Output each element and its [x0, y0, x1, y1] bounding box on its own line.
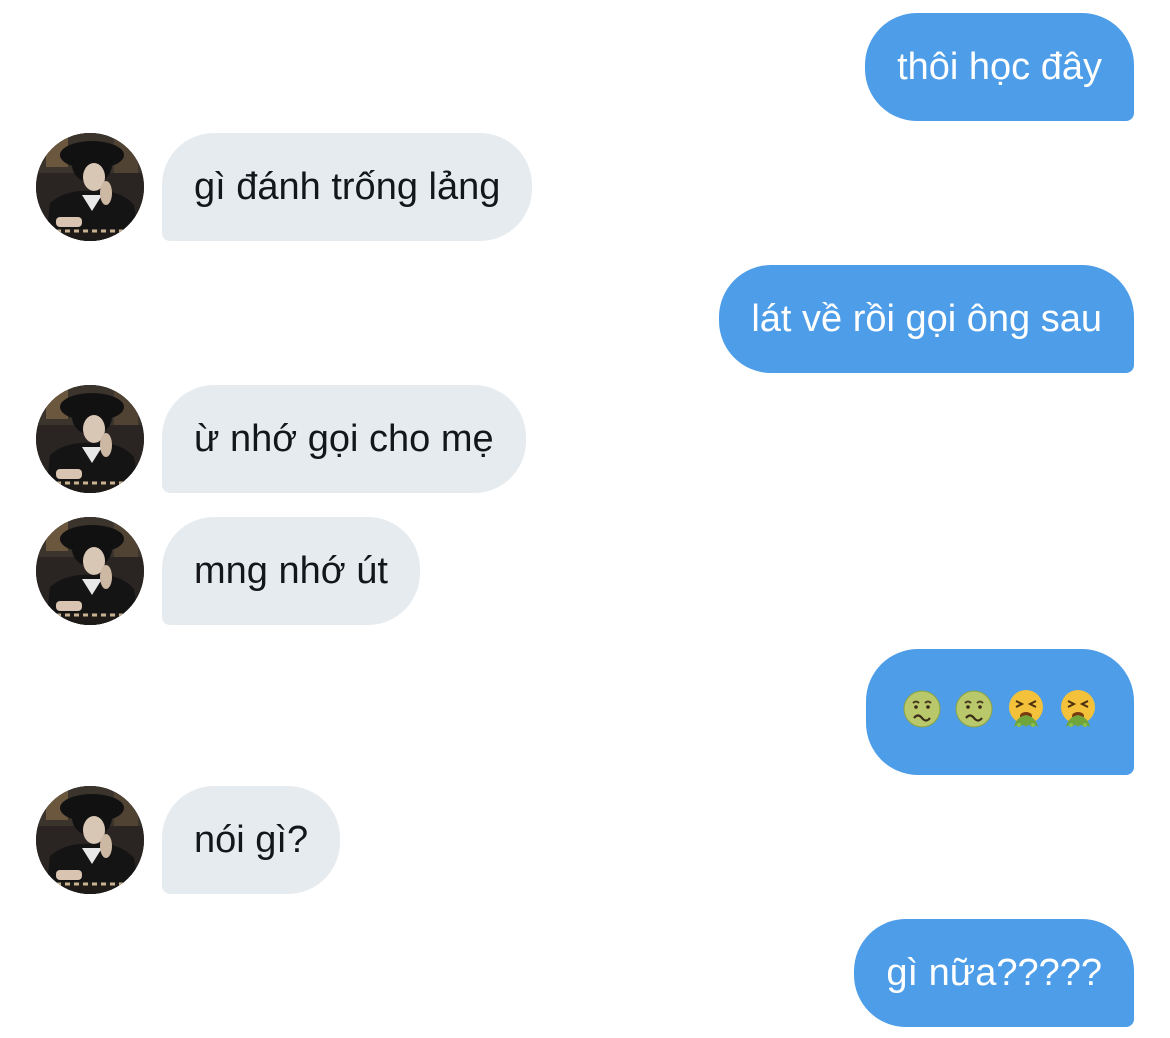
- contact-avatar[interactable]: [36, 133, 144, 241]
- message-text: lát về rồi gọi ông sau: [751, 298, 1102, 340]
- message-bubble-received[interactable]: gì đánh trống lảng: [162, 133, 533, 241]
- nauseated-face-icon: [902, 689, 942, 736]
- message-bubble-received[interactable]: ừ nhớ gọi cho mẹ: [162, 385, 526, 493]
- vomiting-face-icon: [1058, 689, 1098, 736]
- contact-avatar[interactable]: [36, 517, 144, 625]
- message-text: mng nhớ út: [194, 550, 388, 592]
- message-text: gì đánh trống lảng: [194, 166, 501, 208]
- message-bubble-received[interactable]: mng nhớ út: [162, 517, 420, 625]
- emoji-row: [902, 689, 1098, 736]
- vomiting-face-icon: [1006, 689, 1046, 736]
- message-bubble-received[interactable]: nói gì?: [162, 786, 341, 894]
- message-text: thôi học đây: [897, 46, 1102, 88]
- message-text: ừ nhớ gọi cho mẹ: [194, 418, 494, 460]
- message-text: gì nữa?????: [886, 952, 1102, 994]
- contact-avatar[interactable]: [36, 385, 144, 493]
- nauseated-face-icon: [954, 689, 994, 736]
- contact-avatar[interactable]: [36, 786, 144, 894]
- message-text: nói gì?: [194, 819, 309, 861]
- message-bubble-sent[interactable]: gì nữa?????: [854, 919, 1134, 1027]
- message-bubble-sent[interactable]: lát về rồi gọi ông sau: [719, 265, 1134, 373]
- message-bubble-sent[interactable]: thôi học đây: [865, 13, 1134, 121]
- message-bubble-sent[interactable]: [866, 649, 1134, 775]
